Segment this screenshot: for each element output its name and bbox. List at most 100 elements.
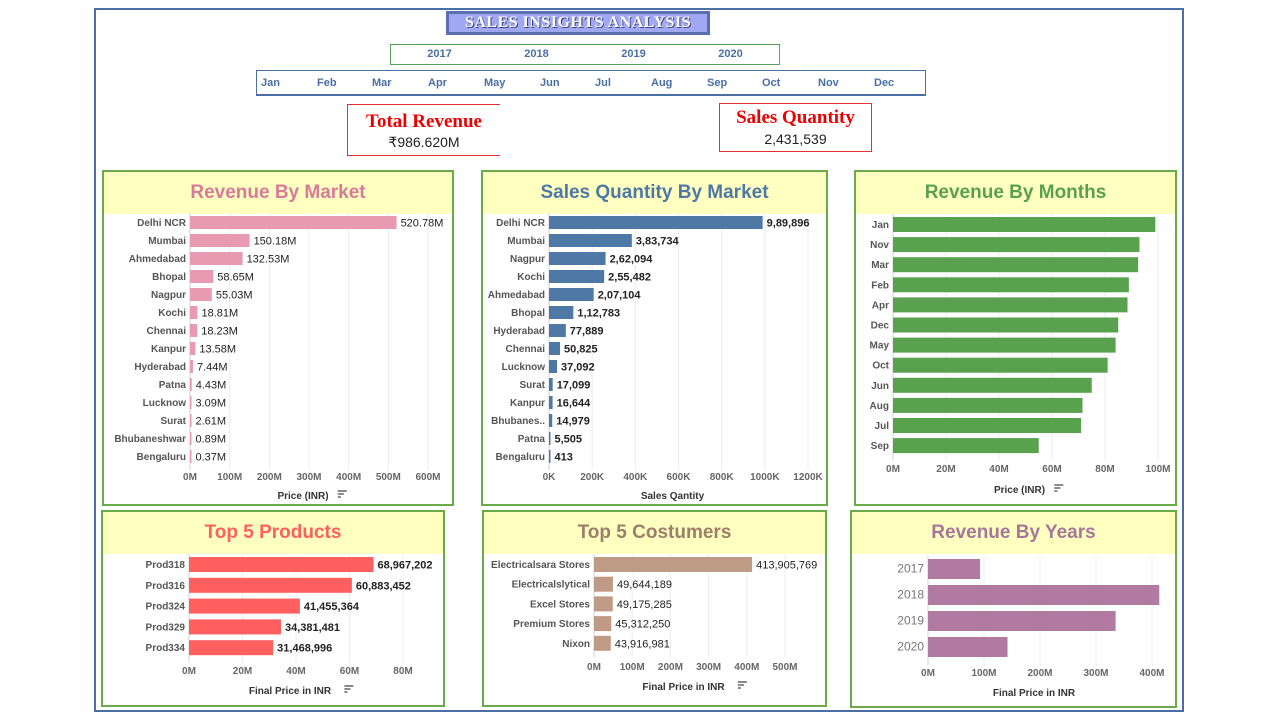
month-filter-may[interactable]: May: [484, 77, 505, 89]
category-label: Ahmedabad: [129, 254, 186, 265]
bar: [189, 577, 352, 593]
data-label: 45,312,250: [615, 619, 670, 631]
revenue-by-market-chart: 0M 100M 200M 300M 400M 500M 600M Delhi NCR 520.7…: [114, 213, 443, 502]
bar: [549, 306, 574, 319]
data-label: 132.53M: [247, 254, 290, 266]
bar: [549, 432, 551, 445]
kpi-sales-quantity: Sales Quantity 2,431,539: [719, 103, 872, 152]
data-label: 16,644: [557, 398, 592, 410]
bar: [549, 450, 551, 463]
category-label: Bhopal: [152, 272, 186, 283]
kpi-sales-quantity-label: Sales Quantity: [736, 107, 855, 128]
month-filter-jul[interactable]: Jul: [595, 77, 611, 89]
bar: [549, 324, 566, 337]
x-axis-title: Price (INR): [994, 485, 1045, 496]
bar: [190, 360, 193, 373]
bar: [190, 234, 250, 247]
year-filter-2017[interactable]: 2017: [391, 45, 488, 64]
month-filter-jun[interactable]: Jun: [540, 77, 560, 89]
category-label: Kanpur: [510, 398, 545, 409]
category-label: Sep: [871, 441, 889, 452]
data-label: 2,62,094: [610, 254, 654, 266]
category-label: Electricalsara Stores: [491, 560, 590, 571]
year-filter-2020[interactable]: 2020: [682, 45, 779, 64]
bar: [549, 234, 632, 247]
data-label: 9,89,896: [767, 218, 810, 230]
month-filter-nov[interactable]: Nov: [818, 77, 839, 89]
dashboard-title: SALES INSIGHTS ANALYSIS: [446, 11, 710, 35]
month-filter-jan[interactable]: Jan: [261, 77, 280, 89]
bar: [549, 216, 763, 229]
bar: [189, 640, 274, 656]
bar: [190, 450, 192, 463]
bar: [594, 635, 611, 651]
data-label: 55.03M: [216, 290, 253, 302]
kpi-sales-quantity-value: 2,431,539: [764, 131, 827, 147]
x-tick-label: 400M: [734, 662, 759, 673]
category-label: Delhi NCR: [496, 218, 546, 229]
data-label: 77,889: [570, 326, 604, 338]
month-filter-mar[interactable]: Mar: [372, 77, 392, 89]
month-filter-feb[interactable]: Feb: [317, 77, 337, 89]
bar: [893, 317, 1119, 333]
year-filter: 2017 2018 2019 2020: [390, 44, 780, 65]
bar: [190, 414, 192, 427]
category-label: 2018: [897, 588, 924, 602]
data-label: 49,175,285: [617, 599, 672, 611]
data-label: 0.89M: [196, 434, 227, 446]
bar: [893, 397, 1083, 413]
x-tick-label: 600M: [415, 472, 440, 483]
bar: [928, 585, 1160, 605]
x-axis-title: Final Price in INR: [249, 686, 332, 697]
category-label: Nixon: [562, 639, 590, 650]
x-tick-label: 0M: [886, 464, 900, 475]
month-filter-sep[interactable]: Sep: [707, 77, 727, 89]
data-label: 0.37M: [196, 452, 227, 464]
category-label: Mumbai: [507, 236, 545, 247]
bar: [190, 252, 243, 265]
category-label: Bhubanes..: [491, 416, 545, 427]
sort-icon: [1054, 484, 1064, 492]
x-tick-label: 0M: [921, 668, 935, 679]
bar: [549, 270, 605, 283]
month-filter-apr[interactable]: Apr: [428, 77, 447, 89]
category-label: Prod318: [146, 560, 186, 571]
x-tick-label: 200M: [658, 662, 683, 673]
year-filter-2018[interactable]: 2018: [488, 45, 585, 64]
x-tick-label: 200M: [257, 472, 282, 483]
year-filter-2019[interactable]: 2019: [585, 45, 682, 64]
category-label: Kochi: [517, 272, 545, 283]
category-label: Lucknow: [502, 362, 546, 373]
category-label: Chennai: [147, 326, 187, 337]
data-label: 49,644,189: [617, 579, 672, 591]
data-label: 5,505: [555, 434, 583, 446]
x-tick-label: 600K: [667, 472, 692, 483]
bar: [893, 217, 1156, 232]
bar: [893, 357, 1108, 373]
data-label: 2,55,482: [608, 272, 651, 284]
bar: [190, 378, 192, 391]
x-tick-label: 400M: [1139, 668, 1164, 679]
bar: [893, 297, 1128, 313]
category-label: Prod316: [146, 581, 186, 592]
month-filter-aug[interactable]: Aug: [651, 77, 672, 89]
category-label: Nagpur: [510, 254, 545, 265]
category-label: 2017: [897, 562, 924, 576]
x-tick-label: 0M: [587, 662, 601, 673]
data-label: 3.09M: [196, 398, 227, 410]
data-label: 7.44M: [197, 362, 228, 374]
bar: [189, 557, 374, 572]
panel-revenue-by-years: Revenue By Years 0M 100M 200M 300M 400M 2017 2…: [850, 510, 1177, 708]
bar: [549, 414, 553, 427]
category-label: Apr: [872, 300, 889, 311]
bar: [893, 237, 1140, 253]
x-tick-label: 300M: [696, 662, 721, 673]
x-tick-label: 200M: [1027, 668, 1052, 679]
kpi-total-revenue-label: Total Revenue: [366, 111, 482, 132]
data-label: 37,092: [561, 362, 595, 374]
bar: [549, 252, 606, 265]
bar: [928, 559, 981, 579]
month-filter-dec[interactable]: Dec: [874, 77, 894, 89]
month-filter-oct[interactable]: Oct: [762, 77, 780, 89]
data-label: 60,883,452: [356, 580, 411, 592]
